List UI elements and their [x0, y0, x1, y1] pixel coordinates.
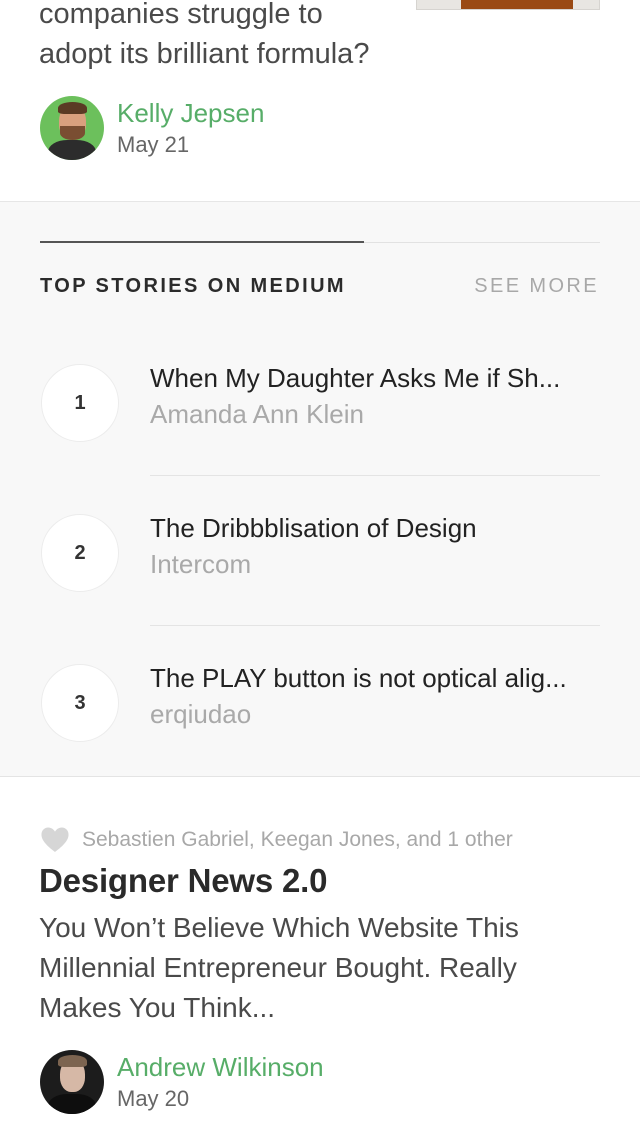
post-thumbnail[interactable] [416, 0, 600, 10]
section-heading: TOP STORIES ON MEDIUM [40, 275, 346, 297]
post-author[interactable]: Andrew Wilkinson May 20 [40, 1050, 324, 1114]
story-author[interactable]: Intercom [150, 547, 251, 581]
story-rank-badge: 3 [41, 664, 119, 742]
avatar[interactable] [40, 96, 104, 160]
see-more-link[interactable]: SEE MORE [474, 275, 599, 298]
post-card-top[interactable]: companies struggle to adopt its brillian… [0, 0, 640, 202]
post-subtitle[interactable]: companies struggle to adopt its brillian… [39, 0, 399, 74]
top-story-item[interactable]: 2 The Dribbblisation of Design Intercom [0, 513, 640, 664]
top-stories-module: TOP STORIES ON MEDIUM SEE MORE 1 When My… [0, 201, 640, 777]
recommended-by: Sebastien Gabriel, Keegan Jones, and 1 o… [40, 826, 513, 853]
post-date: May 20 [117, 1086, 190, 1111]
story-title[interactable]: When My Daughter Asks Me if Sh... [150, 358, 586, 398]
pager-indicator [40, 241, 600, 243]
author-name[interactable]: Kelly Jepsen [117, 96, 264, 130]
story-author[interactable]: Amanda Ann Klein [150, 397, 364, 431]
story-author[interactable]: erqiudao [150, 697, 251, 731]
story-title[interactable]: The PLAY button is not optical alig... [150, 658, 586, 698]
post-author[interactable]: Kelly Jepsen May 21 [40, 96, 264, 160]
divider [150, 625, 600, 626]
post-date: May 21 [117, 132, 190, 157]
story-title[interactable]: The Dribbblisation of Design [150, 508, 586, 548]
avatar[interactable] [40, 1050, 104, 1114]
story-rank-badge: 1 [41, 364, 119, 442]
story-rank-badge: 2 [41, 514, 119, 592]
post-title[interactable]: Designer News 2.0 [39, 862, 327, 900]
top-story-item[interactable]: 1 When My Daughter Asks Me if Sh... Aman… [0, 363, 640, 514]
divider [150, 475, 600, 476]
post-subtitle[interactable]: You Won’t Believe Which Website This Mil… [39, 908, 599, 1028]
heart-icon[interactable] [40, 826, 70, 853]
author-name[interactable]: Andrew Wilkinson [117, 1050, 324, 1084]
post-card[interactable]: Sebastien Gabriel, Keegan Jones, and 1 o… [0, 778, 640, 1136]
recommenders-text: Sebastien Gabriel, Keegan Jones, and 1 o… [82, 827, 513, 851]
